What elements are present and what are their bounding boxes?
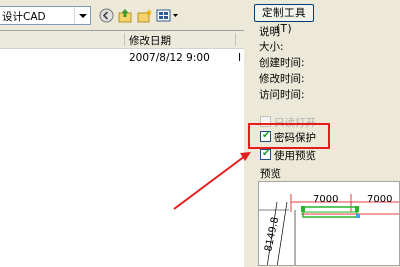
up-folder-icon[interactable] bbox=[118, 8, 133, 23]
description-label: 说明 bbox=[259, 26, 280, 38]
toolbar: 设计CAD bbox=[0, 0, 244, 30]
file-list[interactable]: 修改日期 2007/8/12 9:00 I bbox=[0, 30, 244, 267]
dimension-label: 7000 bbox=[313, 194, 338, 205]
checkmark-icon: ✔ bbox=[262, 148, 271, 159]
file-open-dialog: 设计CAD 修改日期 2007/8/12 9:00 I 定制工具(T) 说明 大… bbox=[0, 0, 400, 267]
preview-label: 预览 bbox=[260, 168, 281, 180]
accessed-label: 访问时间: bbox=[259, 89, 305, 101]
look-in-value: 设计CAD bbox=[2, 11, 46, 23]
back-arrow-icon[interactable] bbox=[99, 8, 114, 23]
look-in-combobox[interactable]: 设计CAD bbox=[0, 6, 91, 25]
column-separator[interactable] bbox=[235, 33, 236, 46]
file-row[interactable]: 2007/8/12 9:00 I bbox=[0, 51, 244, 67]
chevron-down-icon[interactable] bbox=[74, 7, 90, 24]
use-preview-label: 使用预览 bbox=[274, 150, 316, 162]
custom-tools-button[interactable]: 定制工具(T) bbox=[254, 4, 314, 35]
preview-pane: 7000 7000 8149.8 bbox=[258, 181, 400, 266]
cad-drawing-preview: 7000 7000 8149.8 bbox=[259, 194, 399, 265]
modified-label: 修改时间: bbox=[259, 73, 305, 85]
annotation-highlight-box bbox=[248, 123, 330, 149]
size-label: 大小: bbox=[259, 41, 284, 53]
new-folder-icon[interactable] bbox=[137, 8, 152, 23]
preview-checkbox[interactable]: ✔ bbox=[260, 148, 271, 160]
column-modified-date[interactable]: 修改日期 bbox=[129, 33, 171, 48]
dimension-label: 7000 bbox=[367, 194, 392, 205]
column-header: 修改日期 bbox=[0, 31, 244, 49]
extra-cell: I bbox=[238, 52, 242, 64]
dimension-label: 8149.8 bbox=[263, 216, 281, 253]
created-label: 创建时间: bbox=[259, 57, 305, 69]
views-menu-icon[interactable] bbox=[156, 8, 179, 23]
column-separator[interactable] bbox=[124, 33, 125, 46]
modified-cell: 2007/8/12 9:00 bbox=[129, 52, 210, 64]
